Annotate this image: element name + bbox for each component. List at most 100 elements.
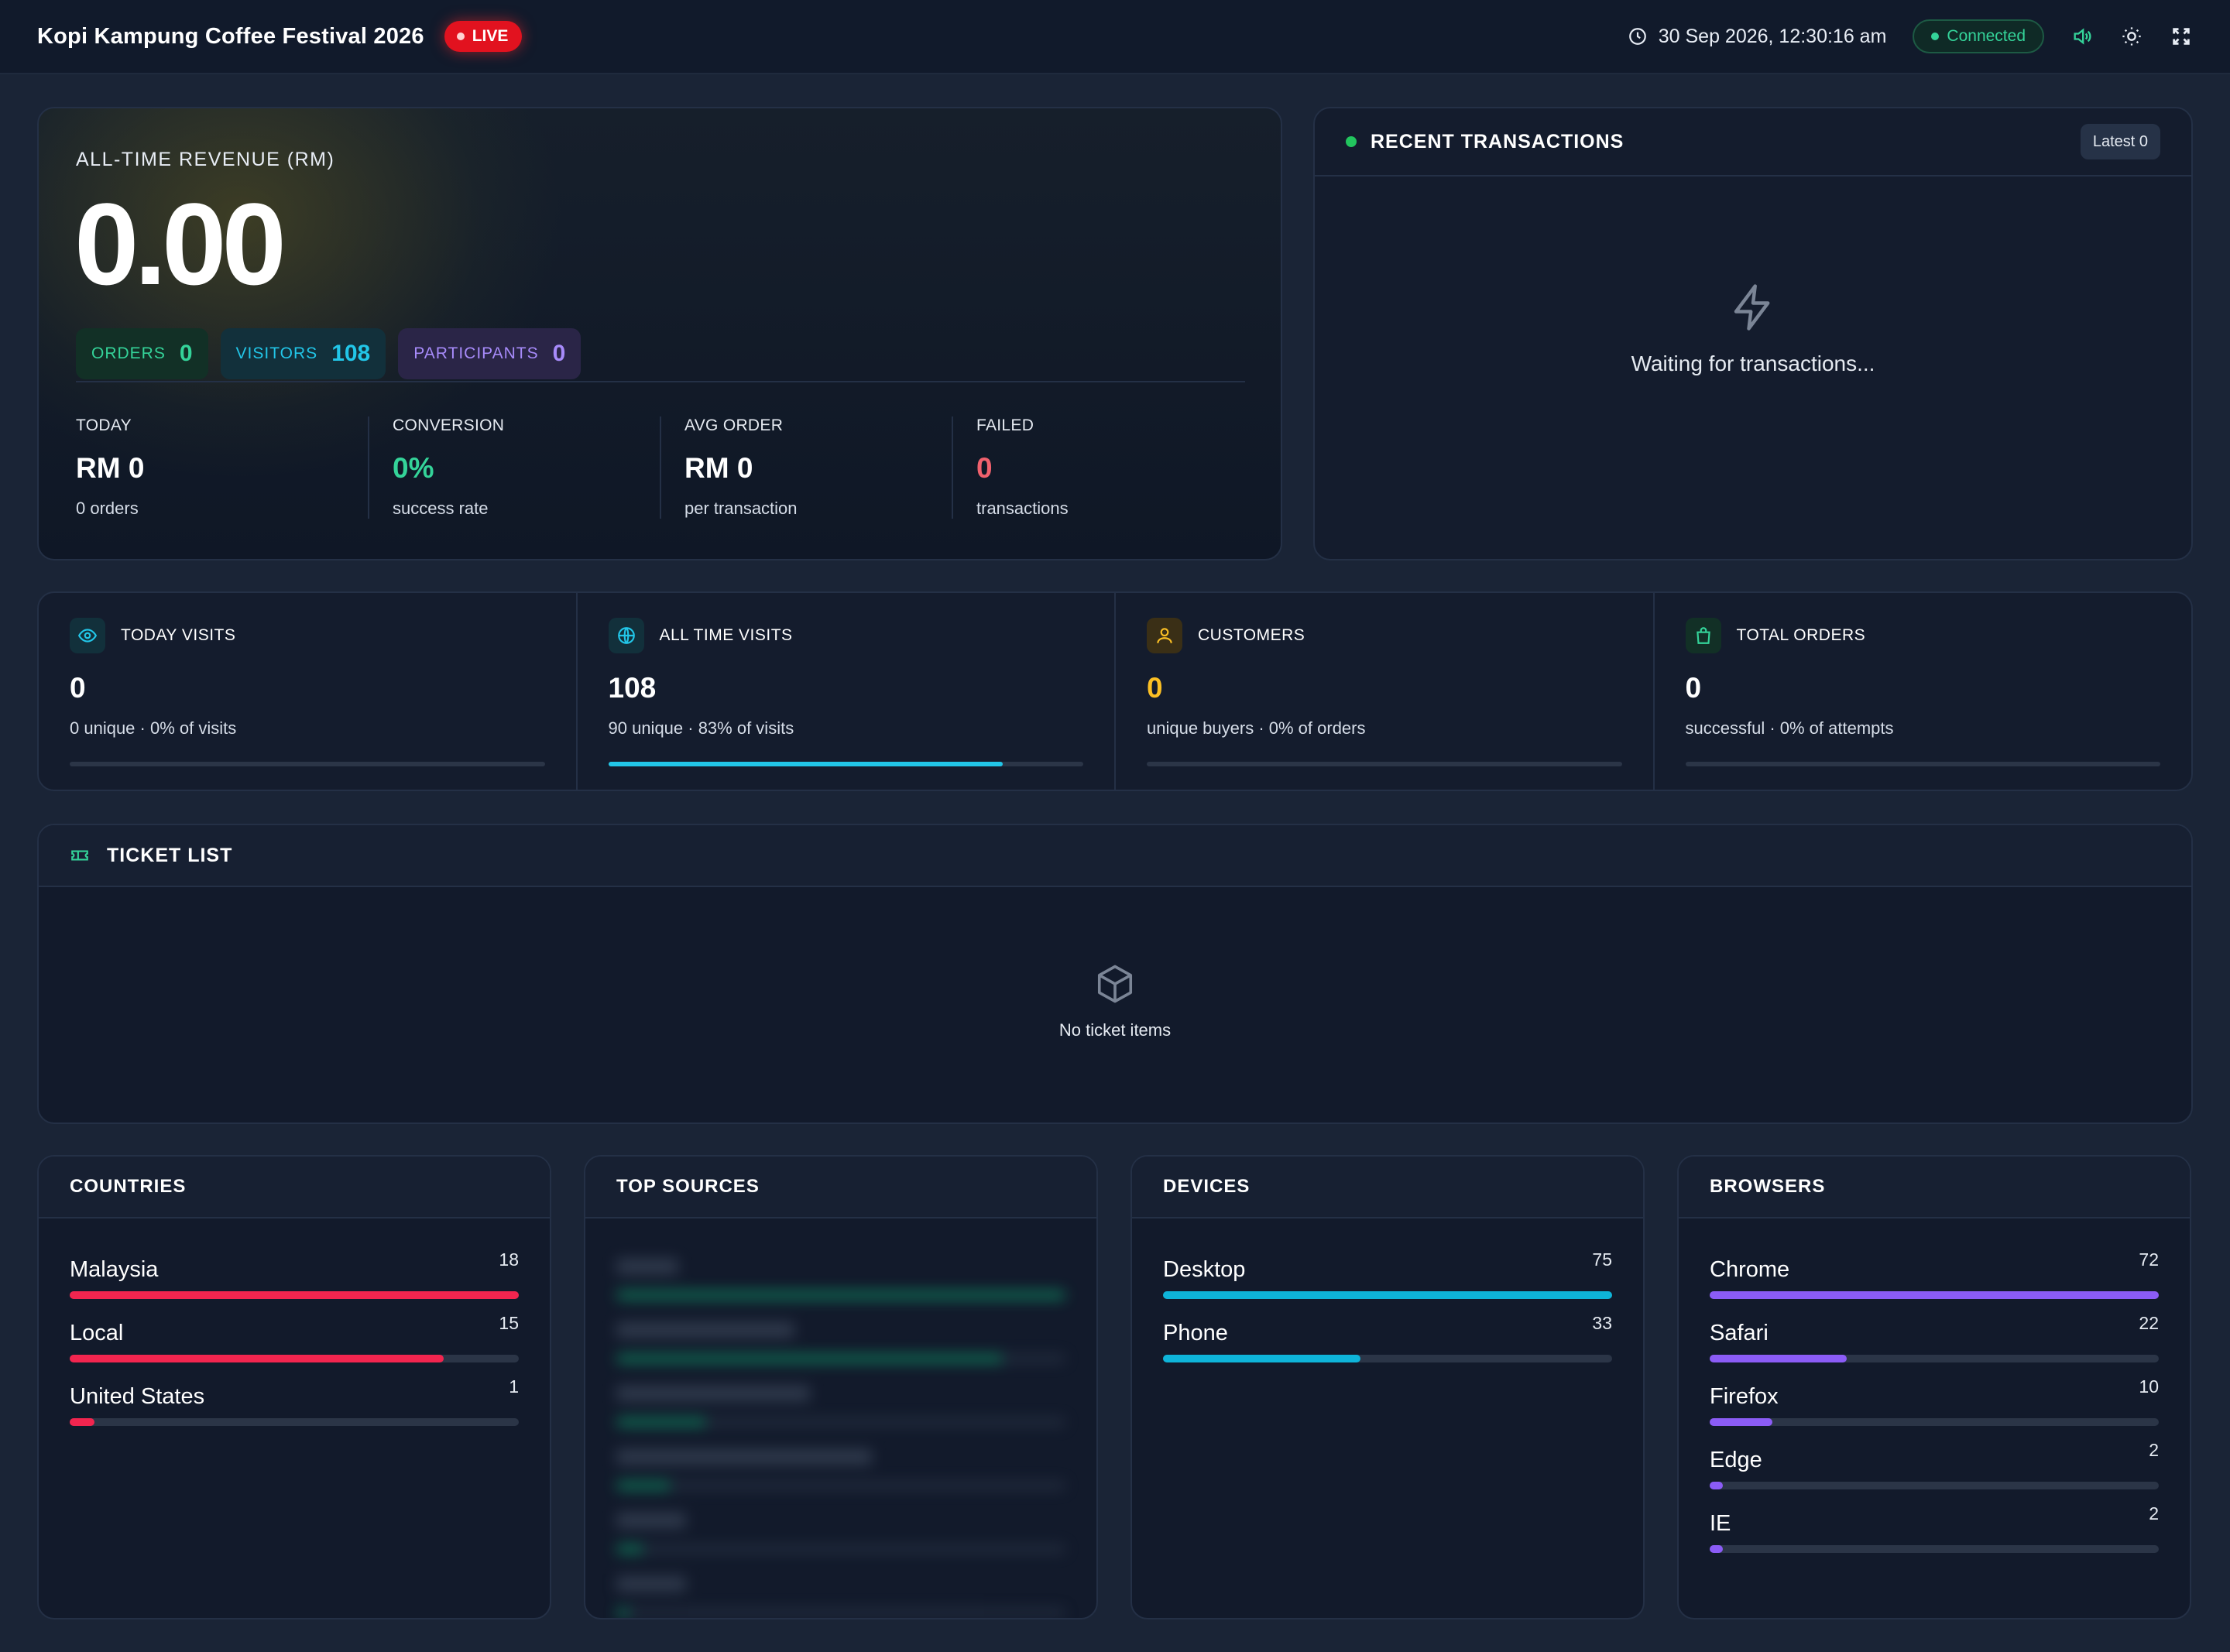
- list-item-bar-track: [70, 1355, 519, 1362]
- datetime-display: 30 Sep 2026, 12:30:16 am: [1628, 26, 1886, 48]
- live-dot: [456, 33, 465, 40]
- stat-sub: per transaction: [684, 499, 798, 518]
- visitors-pill-label: VISITORS: [235, 344, 318, 362]
- metric-progress-track: [1147, 762, 1622, 766]
- stat-sub: 0 orders: [76, 499, 139, 518]
- metric-sub: 90 unique · 83% of visits: [608, 718, 794, 738]
- list-item: [616, 1302, 1065, 1366]
- devices-list: Desktop 75 Phone 33: [1132, 1218, 1643, 1366]
- list-item-bar-fill: [1710, 1291, 2159, 1299]
- list-item-name: Firefox: [1710, 1384, 1779, 1409]
- browsers-list: Chrome 72 Safari 22 Firefox 10 Edge 2 IE 2: [1679, 1218, 2190, 1556]
- stat-value: RM 0: [684, 452, 753, 484]
- list-item-count: 18: [499, 1249, 519, 1270]
- transactions-empty-text: Waiting for transactions...: [1631, 351, 1875, 375]
- list-item-count: 22: [2139, 1313, 2159, 1333]
- metric-customers: CUSTOMERS 0 unique buyers · 0% of orders: [1114, 593, 1653, 790]
- metric-today-visits: TODAY VISITS 0 0 unique · 0% of visits: [39, 593, 576, 790]
- connection-status: Connected: [1913, 19, 2044, 53]
- list-item: Local 15: [70, 1302, 519, 1366]
- list-item: Chrome 72: [1710, 1239, 2159, 1302]
- list-item-bar-track: [1710, 1482, 2159, 1489]
- recent-transactions-header: RECENT TRANSACTIONS Latest 0: [1315, 108, 2191, 177]
- metric-title: TODAY VISITS: [121, 626, 236, 644]
- countries-list: Malaysia 18 Local 15 United States 1: [39, 1218, 550, 1429]
- revenue-divider: [76, 381, 1245, 382]
- metric-total-orders: TOTAL ORDERS 0 successful · 0% of attemp…: [1652, 593, 2192, 790]
- status-dot: [1346, 136, 1357, 147]
- globe-icon: [608, 618, 644, 653]
- list-item-name: Local: [70, 1321, 124, 1345]
- recent-transactions-title: RECENT TRANSACTIONS: [1371, 130, 1624, 153]
- metric-progress-fill: [608, 762, 1003, 766]
- list-item-count: 33: [1592, 1313, 1612, 1333]
- top-sources-panel: TOP SOURCES: [584, 1155, 1098, 1619]
- list-item: [616, 1239, 1065, 1302]
- tickets-empty-state: No ticket items: [39, 963, 2191, 1040]
- visitors-pill: VISITORS 108: [220, 328, 386, 379]
- tickets-empty-text: No ticket items: [1058, 1020, 1172, 1040]
- list-item-bar-fill: [1710, 1545, 1724, 1553]
- sound-toggle[interactable]: [2070, 25, 2094, 48]
- stat-today: TODAY RM 0 0 orders: [76, 416, 368, 519]
- metric-all-time-visits: ALL TIME VISITS 108 90 unique · 83% of v…: [575, 593, 1115, 790]
- visitors-pill-value: 108: [331, 341, 371, 366]
- live-label: LIVE: [472, 27, 509, 45]
- stat-label: CONVERSION: [393, 416, 505, 434]
- theme-toggle[interactable]: [2120, 25, 2143, 48]
- ticket-list-card: TICKET LIST No ticket items: [37, 824, 2193, 1124]
- stat-label: FAILED: [976, 416, 1034, 434]
- metric-sub: successful · 0% of attempts: [1685, 718, 1894, 738]
- clock-icon: [1628, 28, 1646, 45]
- list-item: [616, 1493, 1065, 1556]
- list-item-bar-track: [1710, 1418, 2159, 1426]
- list-item-name: United States: [70, 1384, 205, 1409]
- ticket-list-title: TICKET LIST: [107, 844, 233, 866]
- metric-title: ALL TIME VISITS: [659, 626, 793, 644]
- countries-title: COUNTRIES: [70, 1176, 187, 1197]
- devices-header: DEVICES: [1132, 1157, 1643, 1218]
- list-item-bar-track: [1163, 1355, 1612, 1362]
- revenue-value: 0.00: [74, 179, 286, 309]
- top-bar: Kopi Kampung Coffee Festival 2026 LIVE 3…: [0, 0, 2230, 74]
- metric-value: 0: [70, 672, 86, 704]
- browsers-panel: BROWSERS Chrome 72 Safari 22 Firefox 10 Edge 2 I…: [1677, 1155, 2191, 1619]
- list-item-name: Phone: [1163, 1321, 1228, 1345]
- stat-value: 0%: [393, 452, 434, 484]
- stat-sub: success rate: [393, 499, 489, 518]
- list-item-name: Edge: [1710, 1448, 1762, 1472]
- metric-progress-track: [70, 762, 545, 766]
- metric-progress-track: [1685, 762, 2160, 766]
- metric-title: TOTAL ORDERS: [1736, 626, 1866, 644]
- orders-pill-label: ORDERS: [91, 344, 166, 362]
- recent-transactions-card: RECENT TRANSACTIONS Latest 0 Waiting for…: [1313, 107, 2193, 560]
- browsers-header: BROWSERS: [1679, 1157, 2190, 1218]
- stat-sub: transactions: [976, 499, 1069, 518]
- revenue-stats: TODAY RM 0 0 orders CONVERSION 0% succes…: [76, 416, 1245, 519]
- metrics-strip: TODAY VISITS 0 0 unique · 0% of visits A…: [37, 591, 2193, 791]
- transactions-empty-state: Waiting for transactions...: [1315, 280, 2191, 376]
- fullscreen-icon: [2173, 28, 2190, 45]
- list-item-bar-fill: [1710, 1355, 1847, 1362]
- top-sources-header: TOP SOURCES: [585, 1157, 1096, 1218]
- participants-pill-label: PARTICIPANTS: [413, 344, 539, 362]
- list-item-bar-track: [1710, 1545, 2159, 1553]
- list-item-bar-fill: [1710, 1418, 1772, 1426]
- stat-avg-order: AVG ORDER RM 0 per transaction: [660, 416, 952, 519]
- lightning-icon: [1734, 284, 1770, 331]
- fullscreen-button[interactable]: [2170, 25, 2193, 48]
- live-badge: LIVE: [444, 21, 523, 52]
- countries-header: COUNTRIES: [39, 1157, 550, 1218]
- eye-icon: [70, 618, 105, 653]
- list-item-count: 72: [2139, 1249, 2159, 1270]
- stat-value: RM 0: [76, 452, 145, 484]
- stat-conversion: CONVERSION 0% success rate: [368, 416, 660, 519]
- list-item-count: 1: [509, 1376, 519, 1397]
- revenue-card: ALL-TIME REVENUE (RM) 0.00 ORDERS 0 VISI…: [37, 107, 1282, 560]
- stat-failed: FAILED 0 transactions: [952, 416, 1244, 519]
- revenue-label: ALL-TIME REVENUE (RM): [76, 149, 335, 170]
- shopping-bag-icon: [1685, 618, 1721, 653]
- metric-title: CUSTOMERS: [1198, 626, 1305, 644]
- connection-dot: [1931, 33, 1940, 40]
- list-item: Edge 2: [1710, 1429, 2159, 1493]
